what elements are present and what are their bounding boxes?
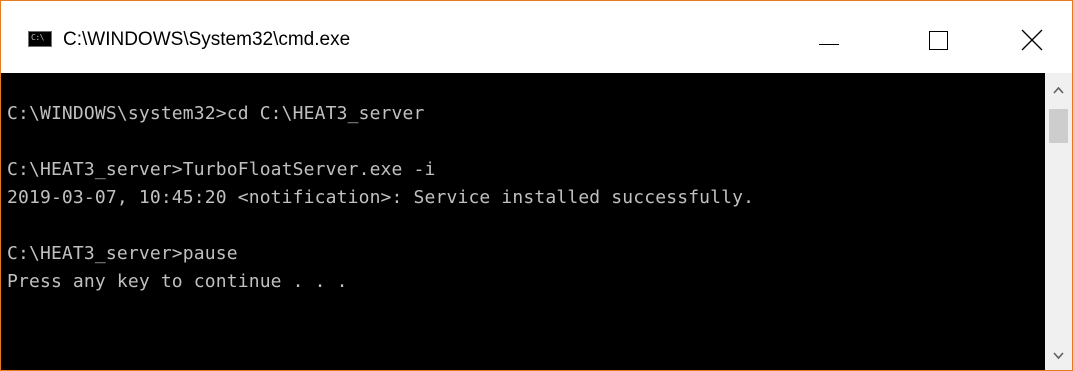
cmd-icon-label: C:\	[31, 33, 44, 42]
minimize-button[interactable]	[799, 17, 861, 63]
close-icon	[1021, 29, 1043, 51]
scroll-down-button[interactable]	[1045, 341, 1072, 370]
scroll-up-arrow-icon	[1053, 86, 1064, 94]
window-title: C:\WINDOWS\System32\cmd.exe	[63, 29, 351, 50]
console-line: Press any key to continue . . .	[7, 271, 348, 292]
console-line: 2019-03-07, 10:45:20 <notification>: Ser…	[7, 187, 755, 208]
scroll-up-button[interactable]	[1045, 73, 1072, 107]
console-line: C:\HEAT3_server>pause	[7, 243, 238, 264]
console-output[interactable]: C:\WINDOWS\system32>cd C:\HEAT3_server C…	[1, 73, 1045, 370]
close-button[interactable]	[1001, 17, 1063, 63]
scroll-down-arrow-icon	[1053, 352, 1064, 360]
minimize-icon	[819, 44, 839, 45]
scrollbar-thumb[interactable]	[1049, 109, 1068, 143]
console-line: C:\WINDOWS\system32>cd C:\HEAT3_server	[7, 103, 425, 124]
vertical-scrollbar[interactable]	[1045, 73, 1072, 370]
title-bar[interactable]: C:\ C:\WINDOWS\System32\cmd.exe	[1, 1, 1072, 73]
maximize-button[interactable]	[908, 17, 970, 63]
maximize-icon	[929, 31, 948, 50]
cmd-icon[interactable]: C:\	[28, 31, 52, 47]
cmd-window: C:\ C:\WINDOWS\System32\cmd.exe C:\WINDO…	[0, 0, 1073, 371]
console-line: C:\HEAT3_server>TurboFloatServer.exe -i	[7, 159, 436, 180]
